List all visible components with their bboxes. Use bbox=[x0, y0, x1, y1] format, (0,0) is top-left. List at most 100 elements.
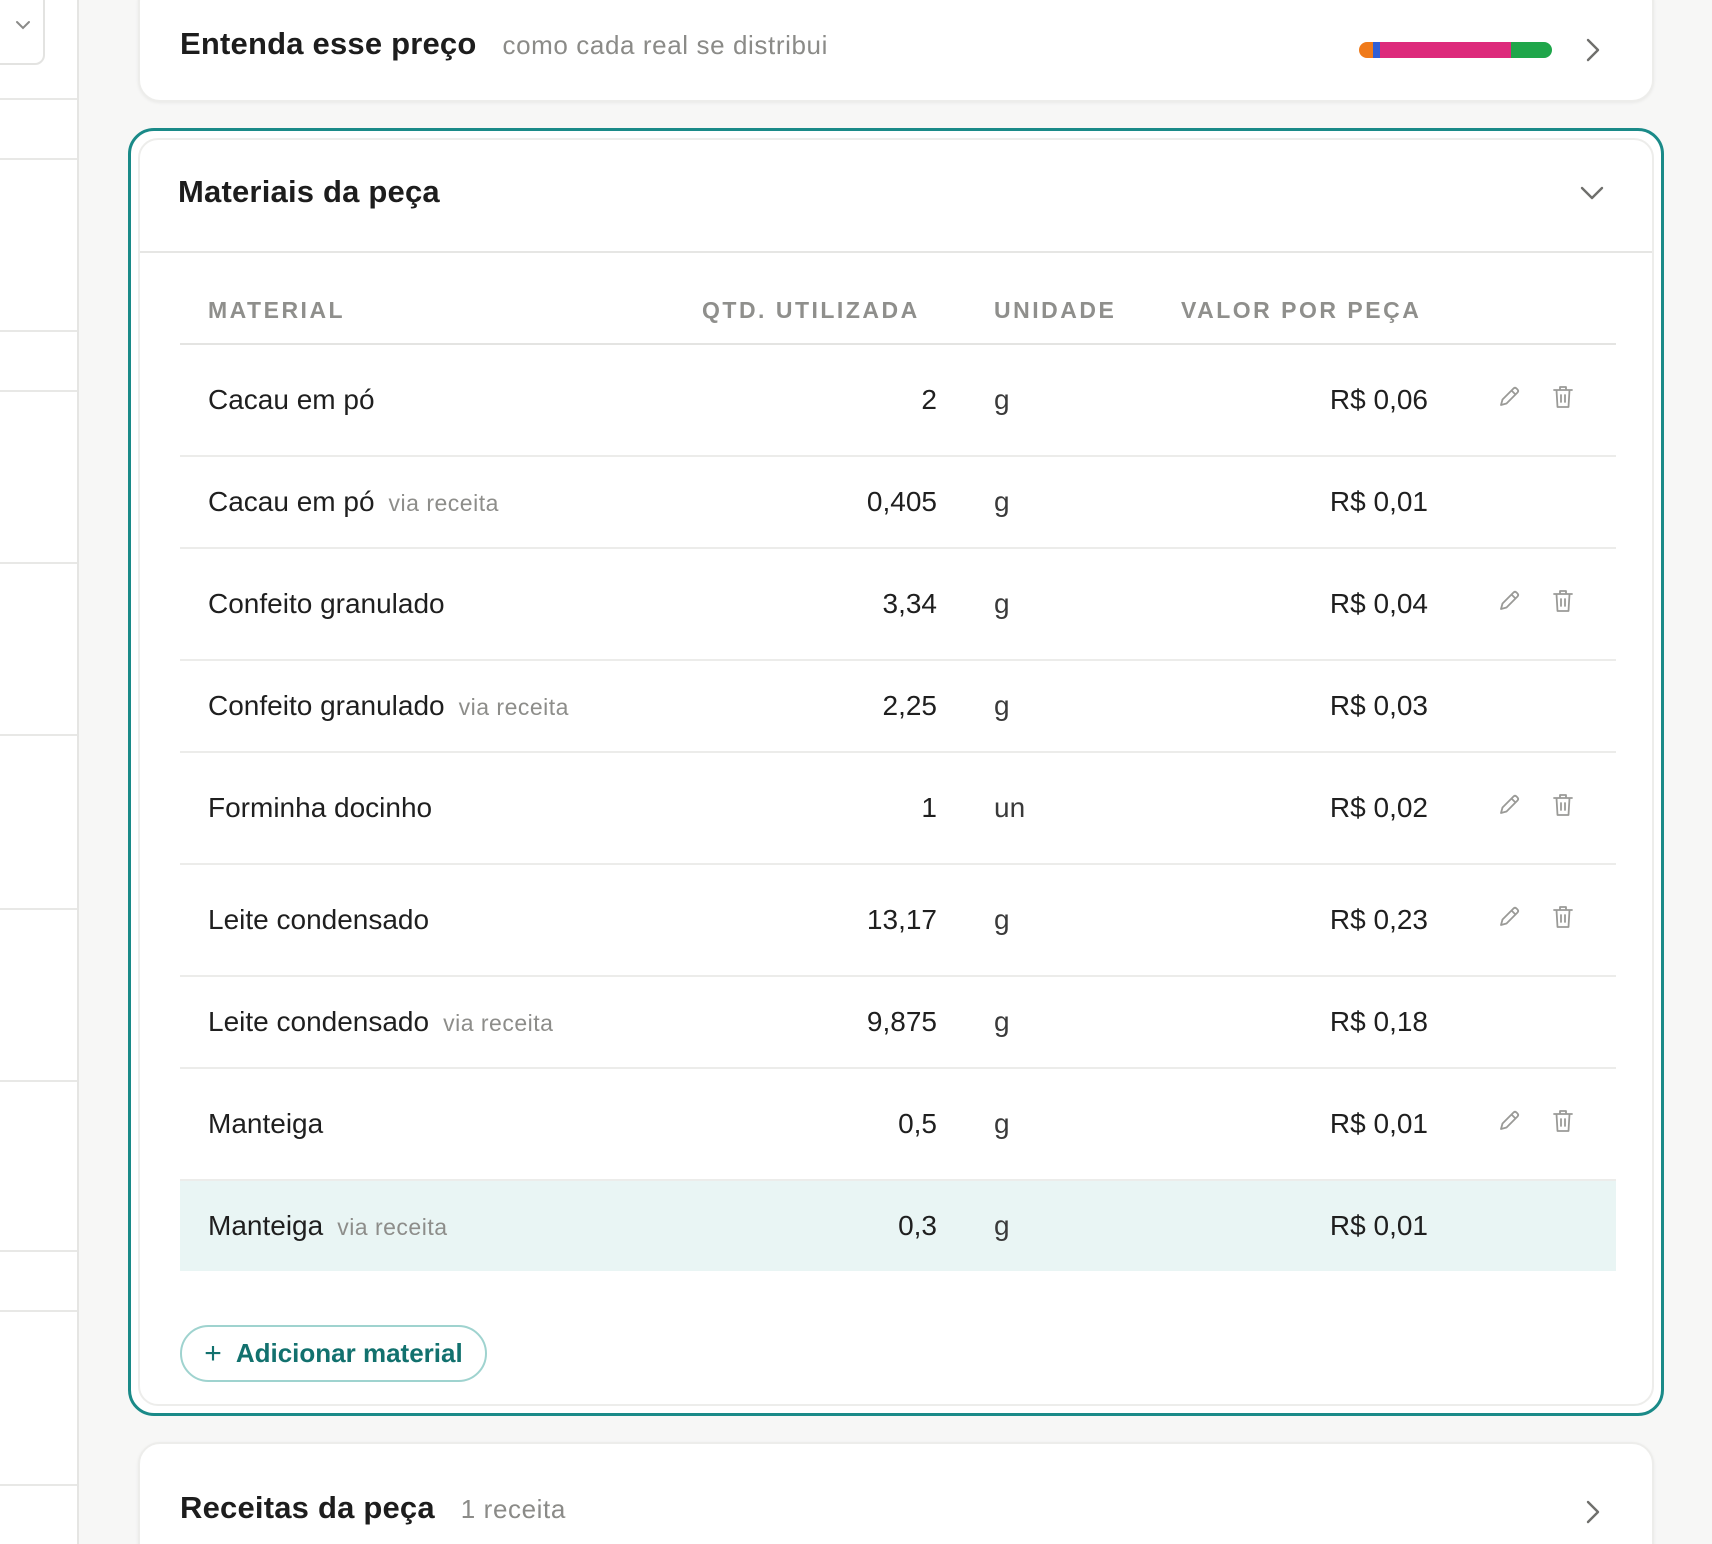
add-material-label: Adicionar material bbox=[235, 1338, 463, 1368]
pencil-icon[interactable] bbox=[1494, 1106, 1524, 1136]
chevron-right-icon[interactable] bbox=[1586, 1500, 1600, 1524]
price-bar-segment bbox=[1511, 42, 1552, 58]
price-distribution-bar bbox=[1359, 42, 1552, 58]
material-name-text: Manteiga bbox=[208, 1108, 324, 1139]
table-row[interactable]: Leite condensado via receita 9,875 g R$ 0,18 bbox=[180, 977, 1616, 1069]
pencil-icon[interactable] bbox=[1494, 382, 1524, 412]
material-name: Confeito granulado via receita bbox=[208, 690, 569, 722]
material-unit: g bbox=[994, 384, 1010, 415]
column-header-material: MATERIAL bbox=[208, 297, 346, 323]
via-recipe-tag: via receita bbox=[388, 490, 499, 516]
trash-icon[interactable] bbox=[1548, 382, 1578, 412]
materials-table: MATERIAL QTD. UTILIZADA UNIDADE VALOR PO… bbox=[180, 265, 1616, 1271]
material-name-text: Leite condensado bbox=[208, 904, 430, 935]
add-material-button[interactable]: + Adicionar material bbox=[180, 1325, 487, 1382]
sidebar-divider bbox=[0, 1080, 77, 1082]
material-qty: 3,34 bbox=[882, 588, 938, 619]
via-recipe-tag: via receita bbox=[337, 1214, 448, 1240]
price-breakdown-subtitle: como cada real se distribui bbox=[502, 30, 828, 60]
table-row[interactable]: Confeito granulado 3,34 g R$ 0,04 bbox=[180, 549, 1616, 661]
table-row[interactable]: Forminha docinho 1 un R$ 0,02 bbox=[180, 753, 1616, 865]
price-bar-segment bbox=[1380, 42, 1512, 58]
table-row[interactable]: Cacau em pó via receita 0,405 g R$ 0,01 bbox=[180, 457, 1616, 549]
material-qty: 9,875 bbox=[866, 1006, 937, 1037]
material-value: R$ 0,06 bbox=[1329, 384, 1428, 415]
material-name-text: Confeito granulado bbox=[208, 588, 445, 619]
materials-card: Materiais da peça MATERIAL QTD. UTILIZAD… bbox=[128, 128, 1664, 1416]
sidebar-divider bbox=[0, 562, 77, 564]
price-breakdown-header: Entenda esse preço como cada real se dis… bbox=[180, 26, 828, 62]
row-actions bbox=[1494, 382, 1578, 412]
column-header-qty: QTD. UTILIZADA bbox=[702, 297, 920, 323]
material-value: R$ 0,02 bbox=[1329, 792, 1428, 823]
material-value: R$ 0,03 bbox=[1329, 690, 1428, 721]
price-breakdown-card[interactable]: Entenda esse preço como cada real se dis… bbox=[138, 0, 1654, 102]
material-unit: g bbox=[994, 904, 1010, 935]
sidebar-divider bbox=[0, 158, 77, 160]
chevron-down-icon bbox=[16, 21, 30, 30]
trash-icon[interactable] bbox=[1548, 586, 1578, 616]
materials-title: Materiais da peça bbox=[178, 174, 440, 209]
material-name-text: Confeito granulado bbox=[208, 690, 445, 721]
trash-icon[interactable] bbox=[1548, 1106, 1578, 1136]
material-qty: 13,17 bbox=[866, 904, 937, 935]
sidebar-divider bbox=[0, 98, 77, 100]
recipes-card[interactable]: Receitas da peça 1 receita bbox=[138, 1442, 1654, 1544]
material-name-text: Leite condensado bbox=[208, 1006, 430, 1037]
material-qty: 0,3 bbox=[898, 1210, 937, 1241]
pencil-icon[interactable] bbox=[1494, 586, 1524, 616]
material-name-text: Forminha docinho bbox=[208, 792, 433, 823]
material-qty: 0,5 bbox=[898, 1108, 937, 1139]
plus-icon: + bbox=[204, 1336, 222, 1370]
material-name-text: Cacau em pó bbox=[208, 486, 375, 517]
chevron-right-icon[interactable] bbox=[1586, 38, 1600, 62]
table-row[interactable]: Leite condensado 13,17 g R$ 0,23 bbox=[180, 865, 1616, 977]
table-row[interactable]: Manteiga via receita 0,3 g R$ 0,01 bbox=[180, 1181, 1616, 1271]
material-name: Manteiga bbox=[208, 1108, 323, 1140]
row-actions bbox=[1494, 790, 1578, 820]
price-breakdown-title: Entenda esse preço bbox=[180, 26, 477, 61]
material-name: Forminha docinho bbox=[208, 792, 432, 824]
row-actions bbox=[1494, 586, 1578, 616]
material-qty: 1 bbox=[921, 792, 937, 823]
material-name: Cacau em pó bbox=[208, 384, 375, 416]
material-value: R$ 0,01 bbox=[1329, 486, 1428, 517]
chevron-down-icon[interactable] bbox=[1580, 186, 1604, 200]
material-qty: 0,405 bbox=[866, 486, 937, 517]
sidebar-divider bbox=[0, 1250, 77, 1252]
trash-icon[interactable] bbox=[1548, 790, 1578, 820]
material-name-text: Cacau em pó bbox=[208, 384, 375, 415]
recipes-header: Receitas da peça 1 receita bbox=[180, 1490, 566, 1526]
material-unit: g bbox=[994, 486, 1010, 517]
sidebar-divider bbox=[0, 1484, 77, 1486]
pencil-icon[interactable] bbox=[1494, 902, 1524, 932]
material-name-text: Manteiga bbox=[208, 1210, 324, 1241]
trash-icon[interactable] bbox=[1548, 902, 1578, 932]
material-name: Confeito granulado bbox=[208, 588, 445, 620]
material-name: Leite condensado bbox=[208, 904, 429, 936]
row-actions bbox=[1494, 1106, 1578, 1136]
materials-header[interactable]: Materiais da peça bbox=[140, 140, 1652, 253]
material-unit: g bbox=[994, 1108, 1010, 1139]
material-value: R$ 0,23 bbox=[1329, 904, 1428, 935]
table-body: Cacau em pó 2 g R$ 0,06 Cacau em pó via recei… bbox=[180, 345, 1616, 1271]
sidebar-divider bbox=[0, 1310, 77, 1312]
material-unit: g bbox=[994, 1006, 1010, 1037]
table-row[interactable]: Cacau em pó 2 g R$ 0,06 bbox=[180, 345, 1616, 457]
sidebar-divider bbox=[0, 390, 77, 392]
material-qty: 2 bbox=[921, 384, 937, 415]
column-header-value: VALOR POR PEÇA bbox=[1181, 297, 1422, 323]
material-value: R$ 0,01 bbox=[1329, 1210, 1428, 1241]
material-unit: g bbox=[994, 690, 1010, 721]
price-bar-segment bbox=[1372, 42, 1381, 58]
table-row[interactable]: Confeito granulado via receita 2,25 g R$ 0,0… bbox=[180, 661, 1616, 753]
sidebar-select[interactable] bbox=[0, 0, 45, 65]
materials-card-inner: Materiais da peça MATERIAL QTD. UTILIZAD… bbox=[138, 138, 1654, 1406]
material-unit: g bbox=[994, 1210, 1010, 1241]
material-value: R$ 0,18 bbox=[1329, 1006, 1428, 1037]
table-row[interactable]: Manteiga 0,5 g R$ 0,01 bbox=[180, 1069, 1616, 1181]
row-actions bbox=[1494, 902, 1578, 932]
via-recipe-tag: via receita bbox=[443, 1010, 554, 1036]
sidebar-divider bbox=[0, 908, 77, 910]
pencil-icon[interactable] bbox=[1494, 790, 1524, 820]
